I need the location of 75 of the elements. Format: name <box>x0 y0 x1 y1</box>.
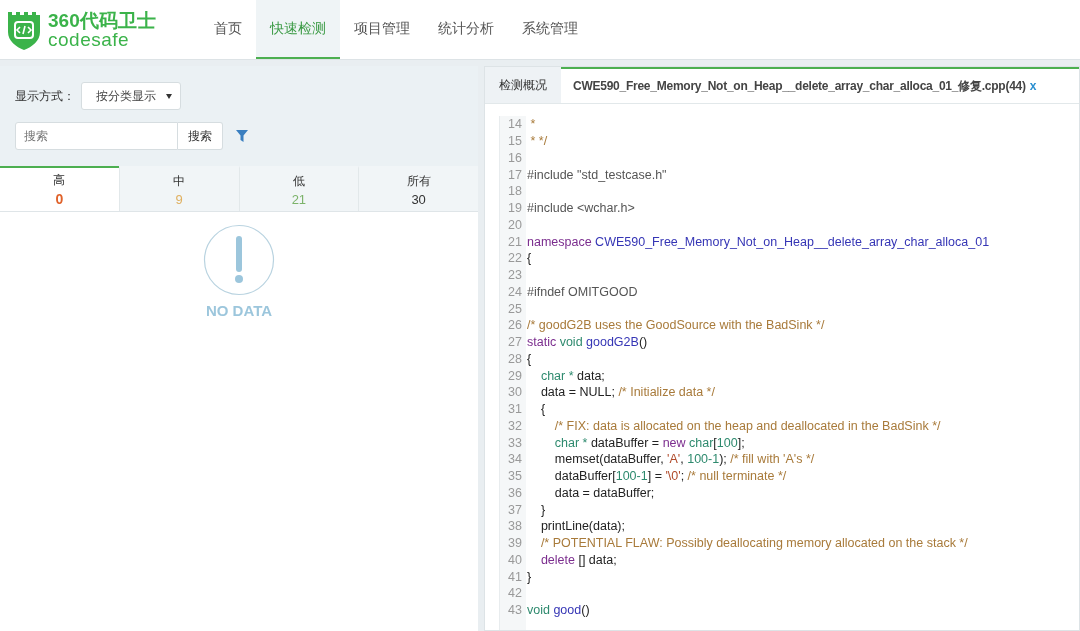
line-number: 16 <box>507 150 523 165</box>
caret-icon <box>166 93 172 99</box>
code-line: { <box>527 251 532 266</box>
issue-count: 9 <box>175 191 183 207</box>
line-number: 15 <box>507 134 523 149</box>
line-number: 35 <box>507 469 523 484</box>
line-number: 42 <box>507 586 523 601</box>
line-number: 17 <box>507 167 523 182</box>
line-number: 28 <box>507 351 523 366</box>
line-number: 22 <box>507 251 523 266</box>
code-line: #include "std_testcase.h" <box>527 167 667 182</box>
line-number: 29 <box>507 368 523 383</box>
line-number: 23 <box>507 268 523 283</box>
line-number: 25 <box>507 301 523 316</box>
line-number: 30 <box>507 385 523 400</box>
line-number: 38 <box>507 519 523 534</box>
code-line: * <box>529 117 536 132</box>
code-line: dataBuffer[100-1] = '\0'; /* null terminate */ <box>553 469 787 484</box>
line-number: 26 <box>507 318 523 333</box>
severity-tab[interactable]: 所有 30 <box>358 166 478 211</box>
code-line: namespace CWE590_Free_Memory_Not_on_Heap__delete_array_char_alloca_01 <box>527 234 990 249</box>
line-number: 24 <box>507 284 523 299</box>
editor-tab[interactable]: 检测概况 <box>485 67 561 103</box>
code-line: void good() <box>527 603 590 618</box>
line-number: 32 <box>507 418 523 433</box>
alert-icon <box>203 224 275 296</box>
line-number: 40 <box>507 552 523 567</box>
shield-code-icon <box>6 9 42 50</box>
logo-title: 360代码卫士 <box>48 10 156 30</box>
line-number: 37 <box>507 502 523 517</box>
search-field[interactable]: 搜索 <box>15 122 178 150</box>
line-number: 14 <box>507 117 523 132</box>
code-line: memset(dataBuffer, 'A', 100-1); /* fill with 'A's */ <box>553 452 815 467</box>
editor-tab[interactable]: CWE590_Free_Memory_Not_on_Heap__delete_array_char_alloca_01_修复.cpp(44) x <box>561 67 1079 103</box>
code-line: * */ <box>529 134 548 149</box>
close-icon[interactable]: x <box>1029 79 1037 93</box>
code-line: /* FIX: data is allocated on the heap and deallocated in the BadSink */ <box>553 418 941 433</box>
code-line: char * dataBuffer = new char[100]; <box>553 435 745 450</box>
issue-count: 0 <box>55 191 64 207</box>
display-mode-label: 显示方式： <box>15 87 75 105</box>
code-line: printLine(data); <box>539 519 625 534</box>
code-line: #include <wchar.h> <box>527 201 635 216</box>
filter-icon[interactable] <box>236 130 248 142</box>
code-line: delete [] data; <box>539 552 617 567</box>
line-number: 19 <box>507 201 523 216</box>
code-line: static void goodG2B() <box>527 335 648 350</box>
line-number: 36 <box>507 485 523 500</box>
severity-tab[interactable]: 低 21 <box>238 166 359 211</box>
display-mode-select[interactable]: 按分类显示 <box>81 82 181 110</box>
code-line: data = dataBuffer; <box>553 485 655 500</box>
search-button[interactable]: 搜索 <box>178 122 223 150</box>
severity-tab[interactable]: 中 9 <box>118 166 239 211</box>
line-number: 39 <box>507 536 523 551</box>
line-number: 21 <box>507 234 523 249</box>
logo-subtitle: codesafe <box>48 29 130 49</box>
code-line: { <box>539 402 546 417</box>
line-number: 20 <box>507 217 523 232</box>
line-number: 43 <box>507 603 523 618</box>
line-number: 18 <box>507 184 523 199</box>
line-number: 33 <box>507 435 523 450</box>
line-number: 34 <box>507 452 523 467</box>
issue-count: 21 <box>291 191 307 207</box>
code-line: data = NULL; /* Initialize data */ <box>539 385 715 400</box>
code-line: /* POTENTIAL FLAW: Possibly deallocating memory allocated on the stack */ <box>539 536 968 551</box>
code-line: } <box>527 569 532 584</box>
line-number: 31 <box>507 402 523 417</box>
empty-state-text: NO DATA <box>205 302 273 319</box>
line-number: 41 <box>507 569 523 584</box>
code-line: #ifndef OMITGOOD <box>527 284 638 299</box>
line-number: 27 <box>507 335 523 350</box>
code-line: /* goodG2B uses the GoodSource with the BadSink */ <box>527 318 825 333</box>
code-line: { <box>527 351 532 366</box>
code-line: } <box>539 502 546 517</box>
code-line: char * data; <box>539 368 605 383</box>
issue-count: 30 <box>411 191 426 207</box>
